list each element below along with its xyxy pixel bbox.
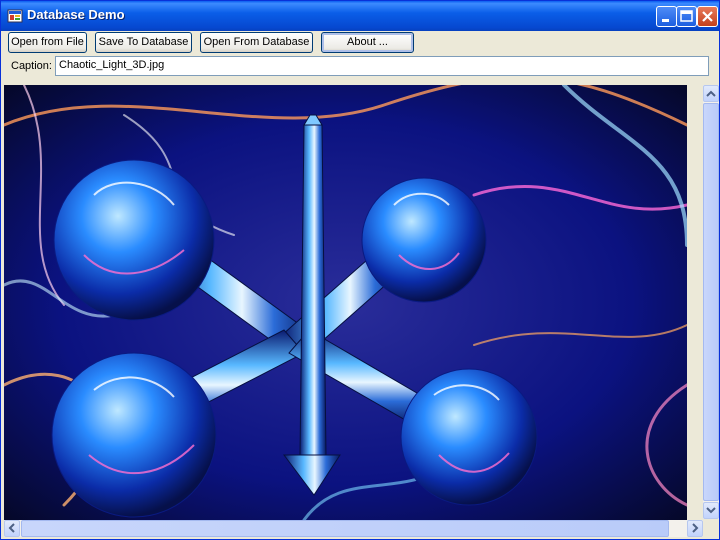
scroll-up-button[interactable] xyxy=(703,85,719,102)
maximize-button[interactable] xyxy=(676,6,697,27)
save-to-database-button[interactable]: Save To Database xyxy=(95,32,192,53)
horizontal-scrollbar[interactable] xyxy=(4,520,703,537)
arrow-down-icon xyxy=(706,507,716,514)
minimize-button[interactable] xyxy=(656,6,677,27)
close-icon xyxy=(702,11,713,22)
main-window: Database Demo Open from File Save To Dat… xyxy=(0,0,720,540)
vertical-scroll-thumb[interactable] xyxy=(703,103,719,501)
picture-box[interactable] xyxy=(4,85,687,520)
window-title: Database Demo xyxy=(27,7,125,22)
arrow-up-icon xyxy=(706,90,716,97)
scroll-left-button[interactable] xyxy=(4,520,20,537)
size-grip[interactable] xyxy=(703,520,719,537)
horizontal-scroll-thumb[interactable] xyxy=(21,520,669,537)
open-from-file-button[interactable]: Open from File xyxy=(8,32,87,53)
about-button[interactable]: About ... xyxy=(321,32,414,53)
arrow-right-icon xyxy=(692,523,699,533)
vertical-scrollbar[interactable] xyxy=(703,85,719,519)
open-from-database-button[interactable]: Open From Database xyxy=(200,32,313,53)
caption-label: Caption: xyxy=(11,60,52,72)
arrow-left-icon xyxy=(8,523,15,533)
app-icon[interactable] xyxy=(7,8,23,24)
maximize-icon xyxy=(680,10,693,22)
title-bar[interactable]: Database Demo xyxy=(1,1,719,31)
scroll-down-button[interactable] xyxy=(703,502,719,519)
scroll-right-button[interactable] xyxy=(687,520,703,537)
minimize-icon xyxy=(662,19,669,22)
caption-field[interactable]: Chaotic_Light_3D.jpg xyxy=(55,56,709,76)
close-button[interactable] xyxy=(697,6,718,27)
chaotic-light-image xyxy=(4,85,687,520)
